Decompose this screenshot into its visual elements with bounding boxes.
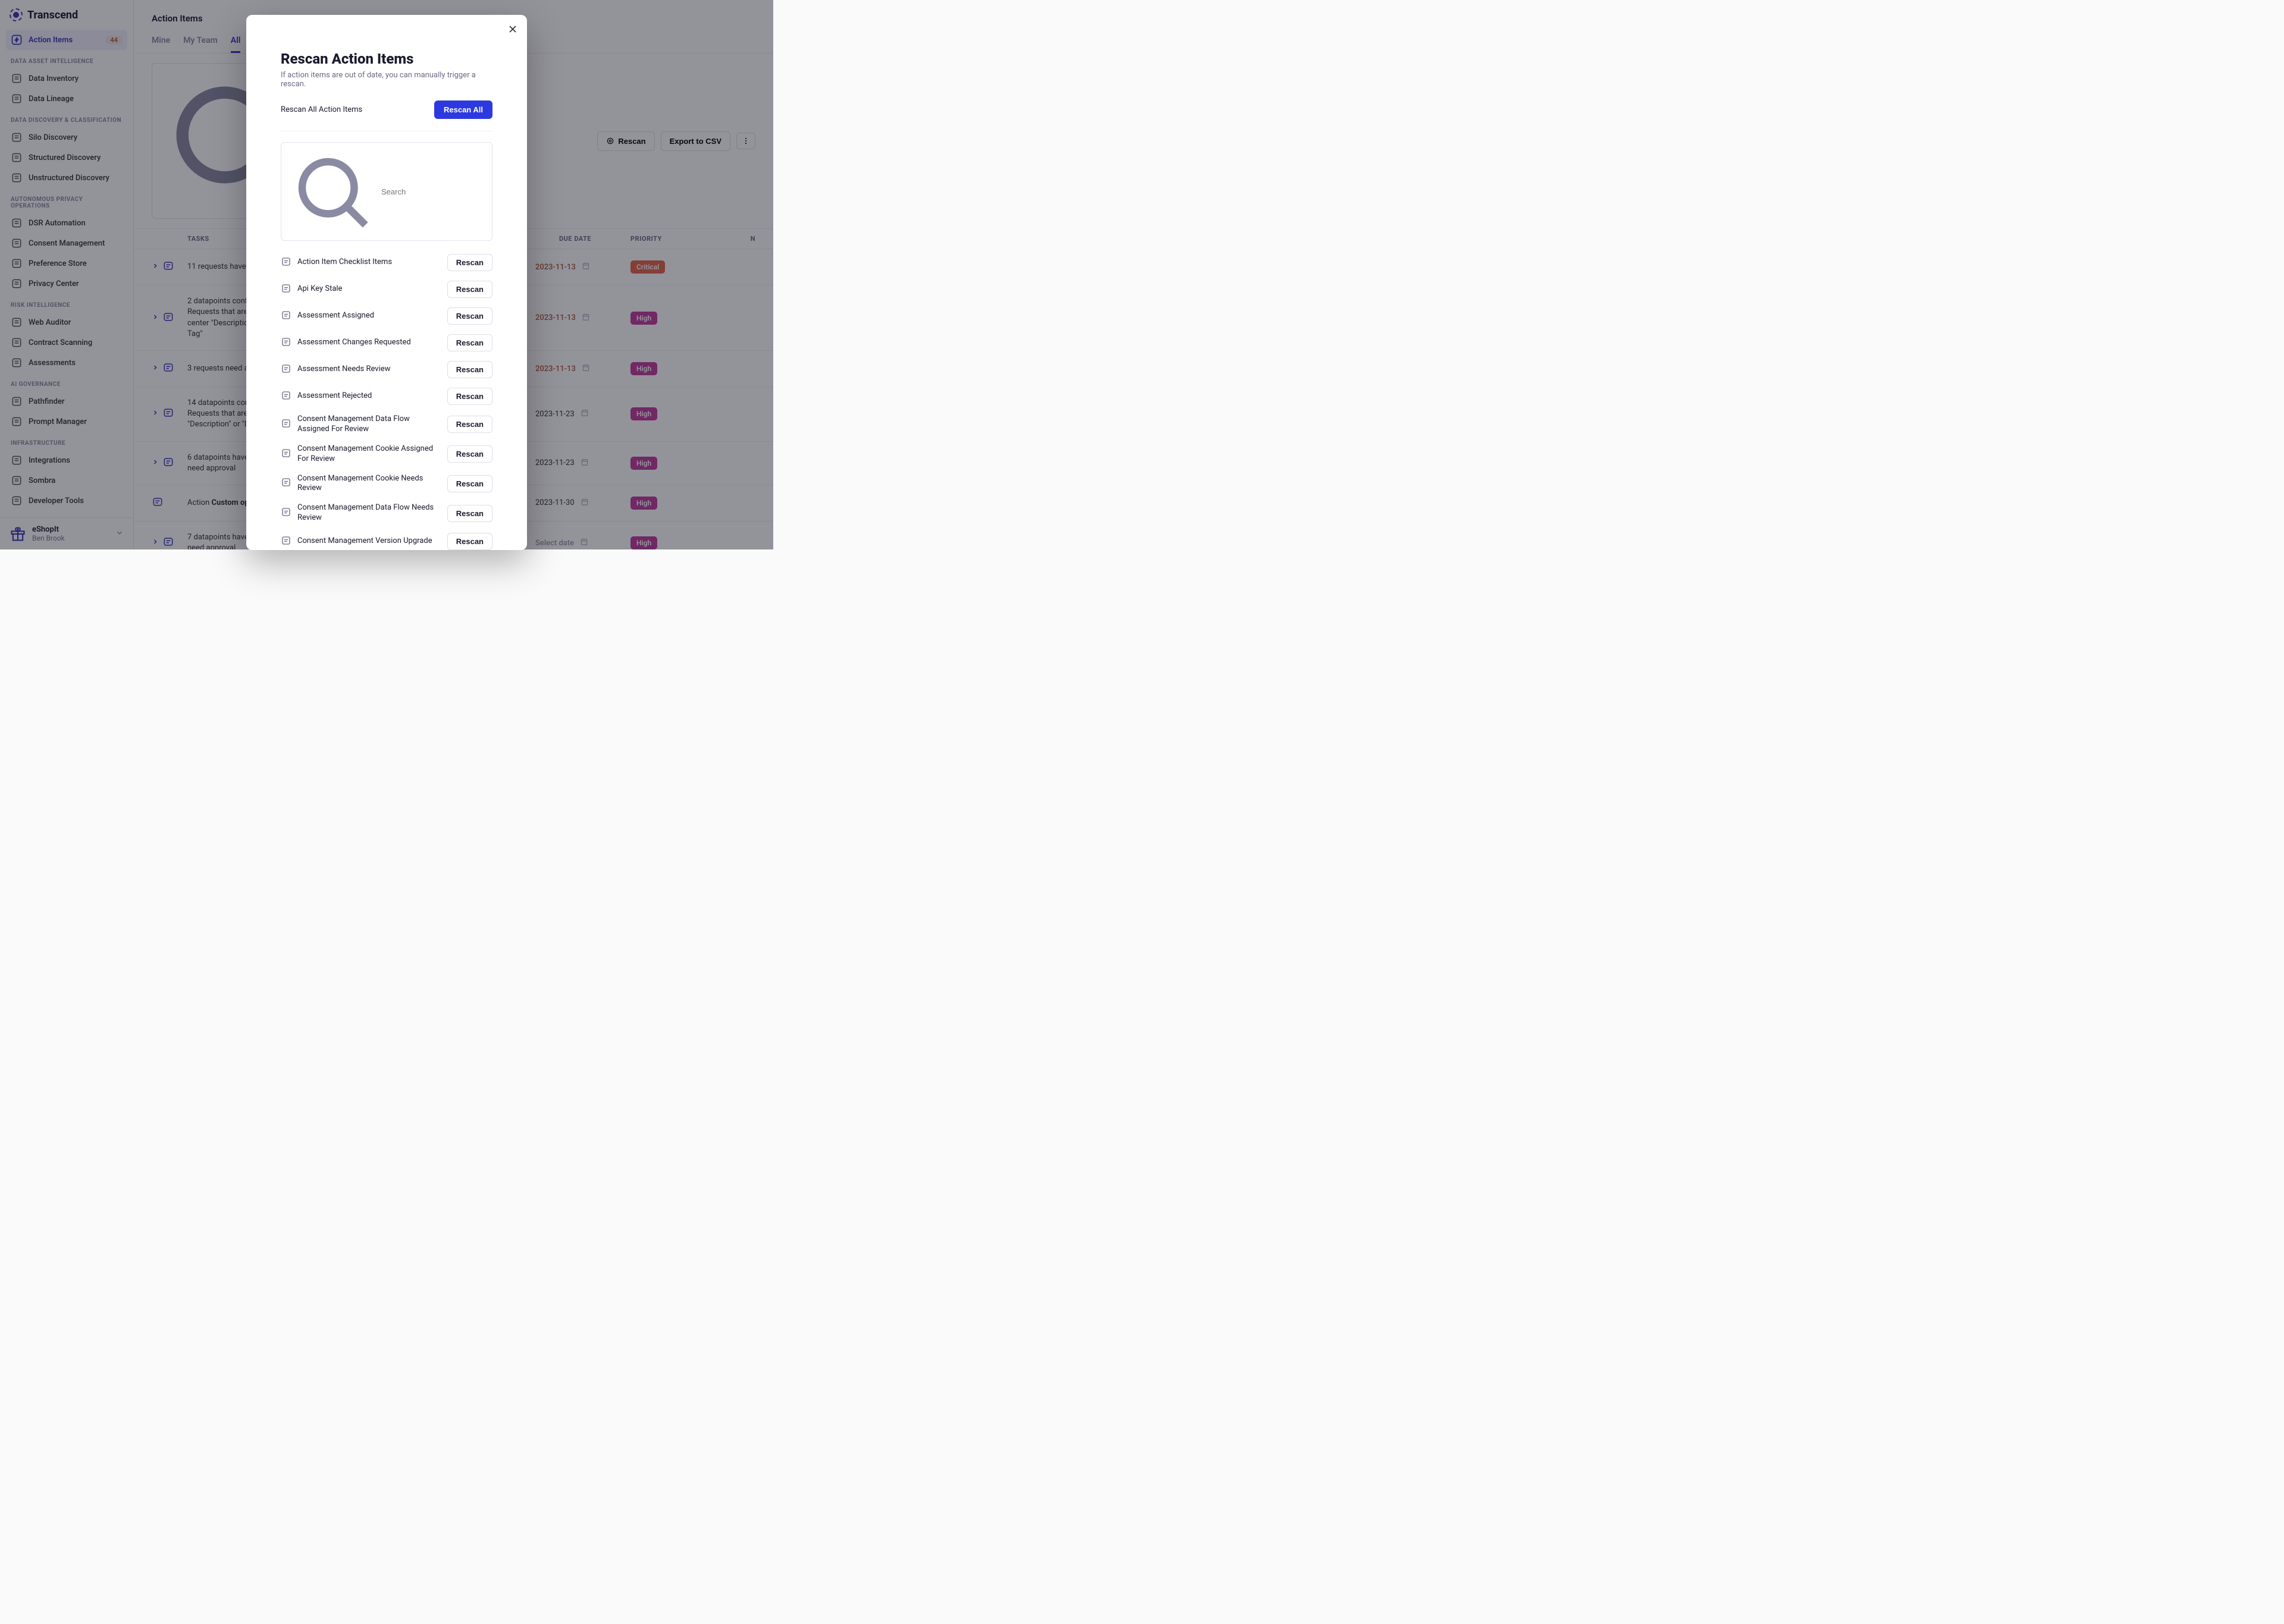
item-icon	[281, 448, 291, 461]
rescan-item-label: Consent Management Data Flow Needs Revie…	[297, 503, 441, 523]
item-icon	[281, 283, 291, 296]
item-icon	[281, 535, 291, 548]
rescan-item-row: Consent Management Data Flow Needs Revie…	[281, 498, 492, 528]
modal-title: Rescan Action Items	[281, 51, 492, 67]
close-icon	[507, 23, 519, 35]
rescan-item-button[interactable]: Rescan	[447, 307, 492, 325]
item-icon	[281, 363, 291, 376]
modal-subtitle: If action items are out of date, you can…	[281, 71, 492, 89]
rescan-item-label: Action Item Checklist Items	[297, 257, 441, 268]
rescan-item-button[interactable]: Rescan	[447, 505, 492, 522]
rescan-item-row: Assessment Needs Review Rescan	[281, 356, 492, 383]
modal-close-button[interactable]	[507, 23, 519, 38]
item-icon	[281, 477, 291, 490]
rescan-item-button[interactable]: Rescan	[447, 361, 492, 378]
rescan-item-button[interactable]: Rescan	[447, 334, 492, 351]
rescan-item-button[interactable]: Rescan	[447, 254, 492, 271]
rescan-item-button[interactable]: Rescan	[447, 416, 492, 433]
rescan-item-button[interactable]: Rescan	[447, 281, 492, 298]
rescan-item-row: Consent Management Cookie Assigned For R…	[281, 439, 492, 469]
item-icon	[281, 390, 291, 403]
item-icon	[281, 337, 291, 350]
rescan-modal: Rescan Action Items If action items are …	[246, 15, 527, 550]
rescan-item-label: Consent Management Data Flow Assigned Fo…	[297, 414, 441, 435]
rescan-item-row: Assessment Assigned Rescan	[281, 303, 492, 329]
rescan-item-button[interactable]: Rescan	[447, 475, 492, 492]
rescan-item-button[interactable]: Rescan	[447, 445, 492, 463]
item-icon	[281, 256, 291, 269]
rescan-item-row: Consent Management Cookie Needs Review Re…	[281, 469, 492, 499]
rescan-item-row: Assessment Rejected Rescan	[281, 383, 492, 410]
rescan-item-label: Api Key Stale	[297, 284, 441, 294]
rescan-item-label: Consent Management Version Upgrade	[297, 536, 441, 546]
rescan-item-button[interactable]: Rescan	[447, 533, 492, 550]
rescan-item-label: Assessment Changes Requested	[297, 338, 441, 348]
rescan-item-label: Assessment Rejected	[297, 391, 441, 401]
rescan-item-label: Consent Management Cookie Assigned For R…	[297, 444, 441, 464]
rescan-all-label: Rescan All Action Items	[281, 105, 362, 114]
item-icon	[281, 310, 291, 323]
modal-search-input[interactable]	[381, 187, 486, 196]
item-icon	[281, 507, 291, 520]
rescan-item-row: Consent Management Data Flow Assigned Fo…	[281, 410, 492, 439]
rescan-item-row: Action Item Checklist Items Rescan	[281, 249, 492, 276]
search-icon	[287, 147, 377, 236]
modal-search[interactable]	[281, 142, 492, 241]
rescan-item-label: Consent Management Cookie Needs Review	[297, 474, 441, 494]
rescan-item-row: Assessment Changes Requested Rescan	[281, 329, 492, 356]
rescan-item-row: Consent Management Version Upgrade Rescan	[281, 528, 492, 550]
modal-overlay[interactable]: Rescan Action Items If action items are …	[0, 0, 773, 549]
rescan-item-label: Assessment Needs Review	[297, 365, 441, 375]
rescan-all-button[interactable]: Rescan All	[434, 100, 492, 119]
rescan-item-row: Api Key Stale Rescan	[281, 276, 492, 303]
item-icon	[281, 418, 291, 431]
rescan-item-label: Assessment Assigned	[297, 311, 441, 321]
rescan-item-button[interactable]: Rescan	[447, 388, 492, 405]
